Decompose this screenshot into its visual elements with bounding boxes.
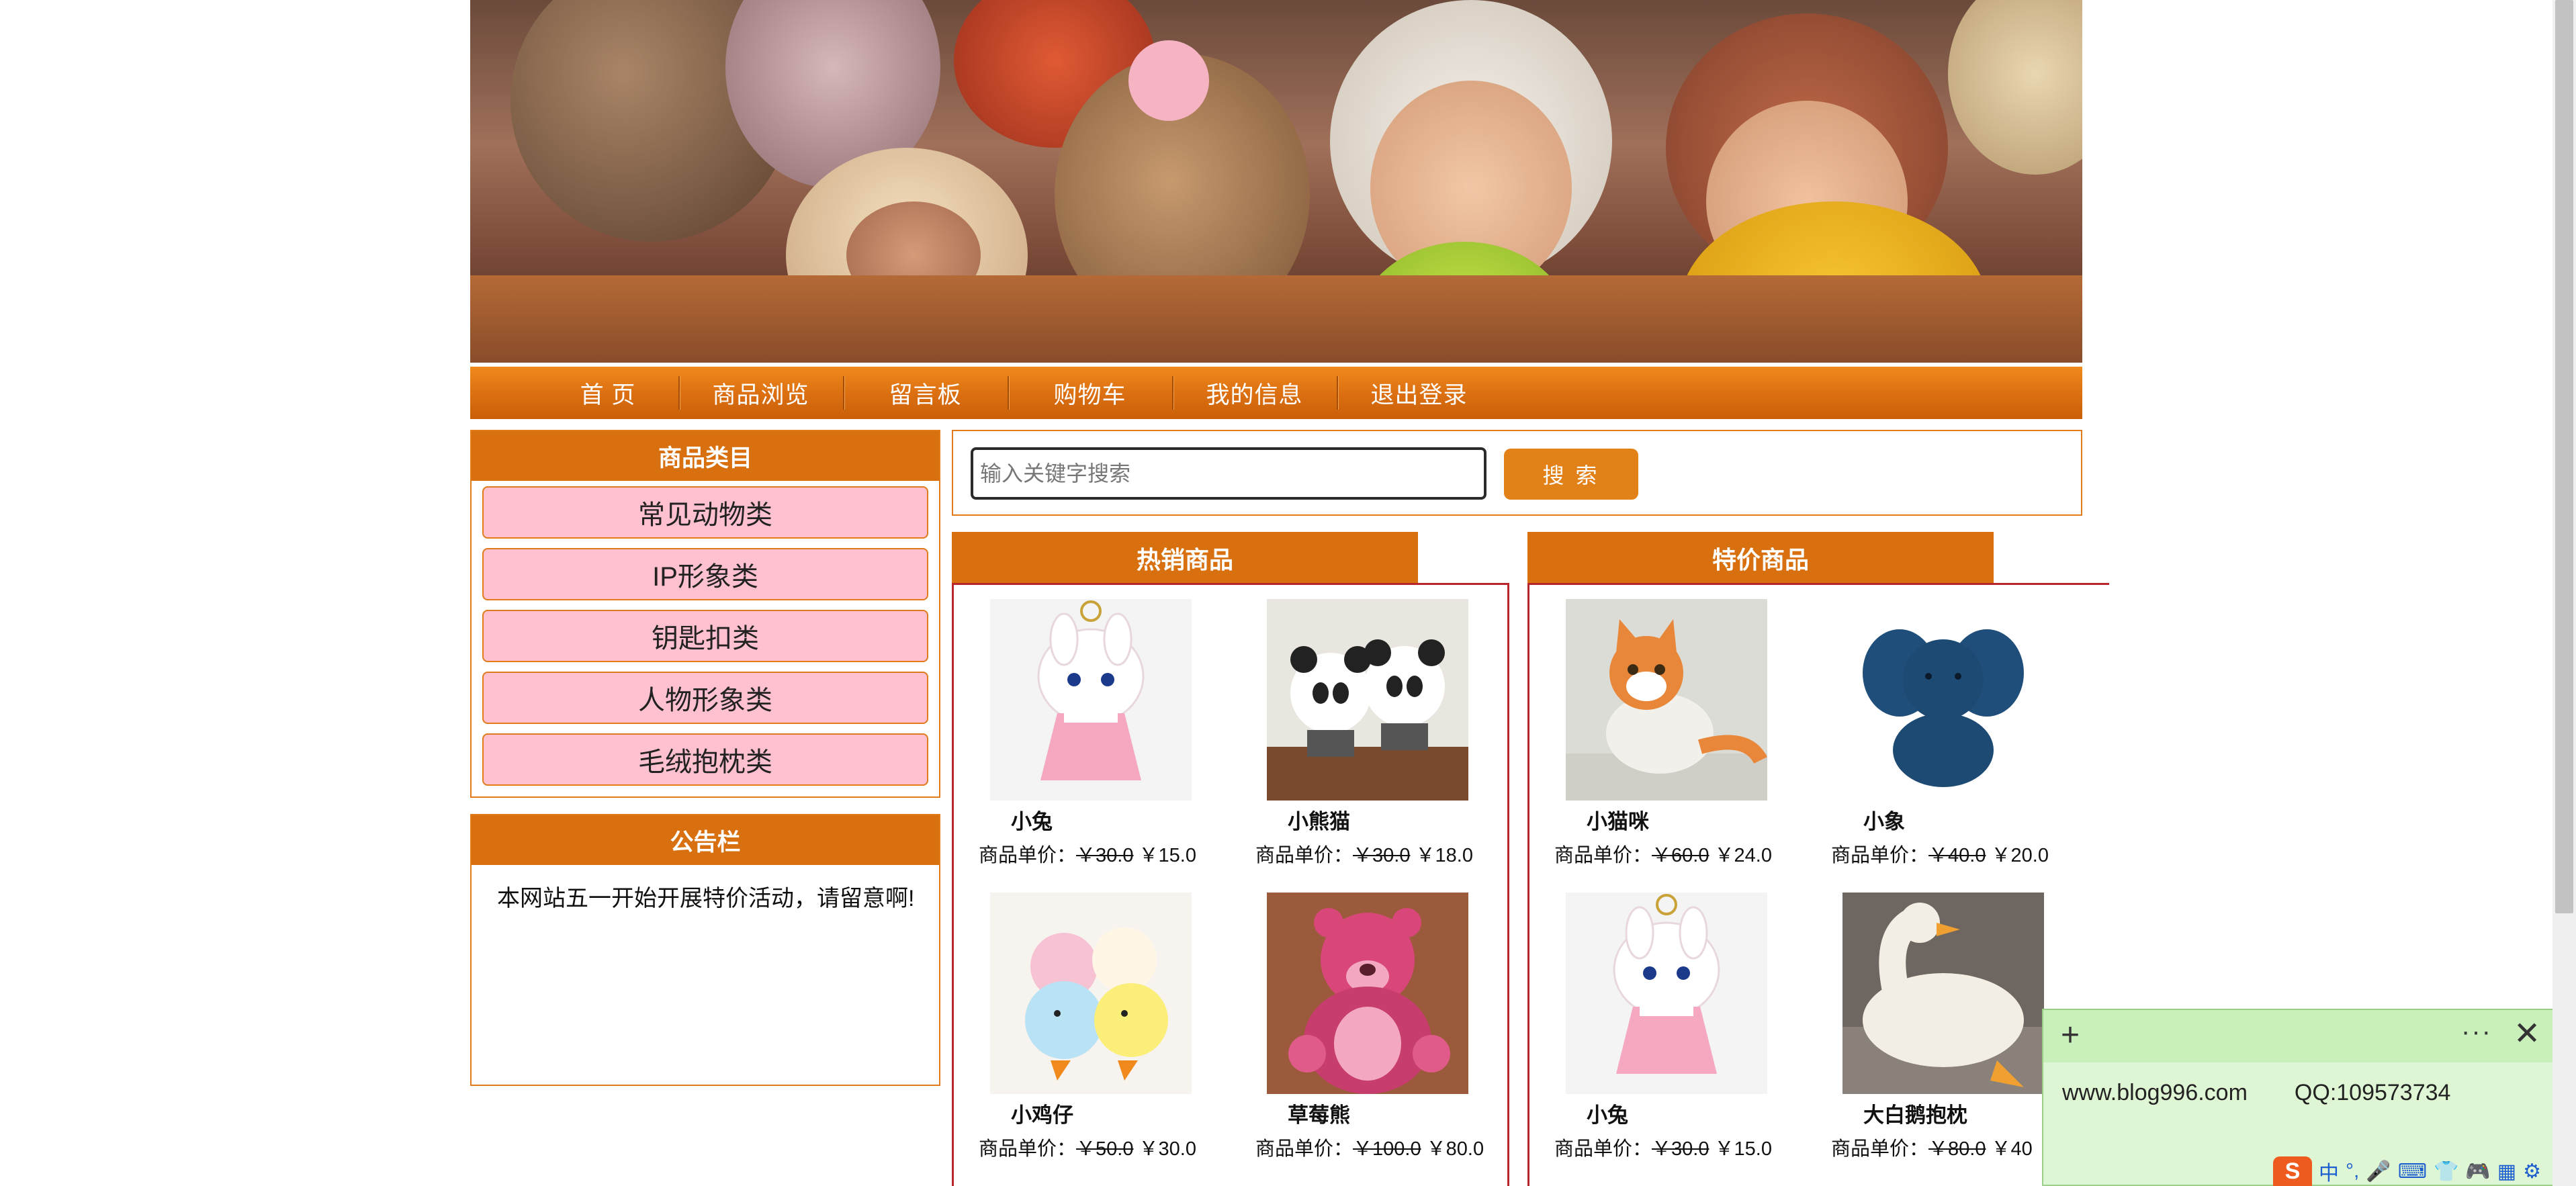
product-image-elephant[interactable] xyxy=(1842,599,2044,801)
category-item-keychains[interactable]: 钥匙扣类 xyxy=(482,610,928,662)
product-card[interactable]: 草莓熊 商品单价：￥100.0 ￥80.0 xyxy=(1229,893,1497,1181)
product-card[interactable]: 小兔 商品单价：￥30.0 ￥15.0 xyxy=(1527,893,1796,1181)
product-new-price: ￥15.0 xyxy=(1714,1138,1772,1160)
page-scrollbar[interactable] xyxy=(2552,0,2576,1186)
category-list: 常见动物类 IP形象类 钥匙扣类 人物形象类 毛绒抱枕类 xyxy=(472,481,939,786)
product-price: 商品单价：￥100.0 ￥80.0 xyxy=(1255,1138,1484,1160)
product-card[interactable]: 小鸡仔 商品单价：￥50.0 ￥30.0 xyxy=(952,893,1220,1181)
scrollbar-thumb[interactable] xyxy=(2555,0,2573,913)
note-qq-text: QQ:109573734 xyxy=(2294,1080,2451,1105)
nav-browse-products[interactable]: 商品浏览 xyxy=(678,367,843,419)
ime-skin-icon[interactable]: 👕 xyxy=(2434,1160,2458,1183)
product-card[interactable]: 小熊猫 商品单价：￥30.0 ￥18.0 xyxy=(1229,599,1497,888)
product-name[interactable]: 小猫咪 xyxy=(1587,805,1649,835)
product-new-price: ￥20.0 xyxy=(1991,845,2049,866)
product-old-price: ￥30.0 xyxy=(1652,1138,1709,1160)
product-name[interactable]: 大白鹅抱枕 xyxy=(1863,1098,1967,1128)
banner-image xyxy=(470,0,2082,363)
category-panel: 商品类目 常见动物类 IP形象类 钥匙扣类 人物形象类 毛绒抱枕类 xyxy=(470,430,940,798)
category-panel-title: 商品类目 xyxy=(472,431,939,481)
product-old-price: ￥30.0 xyxy=(1353,845,1411,866)
search-box: 搜 索 xyxy=(952,430,2082,516)
product-image-rabbit[interactable] xyxy=(1566,893,1767,1094)
nav-home[interactable]: 首 页 xyxy=(537,367,678,419)
product-price: 商品单价：￥80.0 ￥40 xyxy=(1831,1138,2033,1160)
category-item-plush-pillows[interactable]: 毛绒抱枕类 xyxy=(482,733,928,786)
product-old-price: ￥30.0 xyxy=(1076,845,1134,866)
special-products-title: 特价商品 xyxy=(1527,532,1994,584)
product-image-strawberry-bear[interactable] xyxy=(1267,893,1468,1094)
ime-game-icon[interactable]: 🎮 xyxy=(2465,1160,2490,1183)
product-name[interactable]: 小兔 xyxy=(1587,1098,1628,1128)
sticky-note-text[interactable]: www.blog996.com QQ:109573734 xyxy=(2062,1080,2450,1106)
product-new-price: ￥18.0 xyxy=(1415,845,1473,866)
product-old-price: ￥80.0 xyxy=(1928,1138,1986,1160)
sticky-note-toolbar: + ··· ✕ xyxy=(2043,1010,2557,1062)
product-old-price: ￥100.0 xyxy=(1353,1138,1421,1160)
product-card[interactable]: 小猫咪 商品单价：￥60.0 ￥24.0 xyxy=(1527,599,1796,888)
product-new-price: ￥80.0 xyxy=(1426,1138,1484,1160)
product-card[interactable]: 小象 商品单价：￥40.0 ￥20.0 xyxy=(1804,599,2073,888)
product-name[interactable]: 小鸡仔 xyxy=(1011,1098,1073,1128)
notice-text: 本网站五一开始开展特价活动，请留意啊! xyxy=(497,886,915,911)
more-options-icon[interactable]: ··· xyxy=(2461,1017,2492,1047)
product-card[interactable]: 小兔 商品单价：￥30.0 ￥15.0 xyxy=(952,599,1220,888)
page: 首 页 商品浏览 留言板 购物车 我的信息 退出登录 商品类目 常见动物类 IP… xyxy=(470,0,2109,1186)
hot-products-title: 热销商品 xyxy=(952,532,1418,584)
special-products-section: 特价商品 小猫咪 商品单价：￥60.0 ￥24.0 小象 商品单价：￥40.0 … xyxy=(1527,532,2109,1186)
category-item-people-figures[interactable]: 人物形象类 xyxy=(482,672,928,724)
product-image-kitten[interactable] xyxy=(1566,599,1767,801)
product-old-price: ￥60.0 xyxy=(1652,845,1709,866)
search-button[interactable]: 搜 索 xyxy=(1504,449,1638,500)
notice-panel-title: 公告栏 xyxy=(472,815,939,865)
add-note-icon[interactable]: + xyxy=(2061,1019,2080,1052)
ime-punctuation-icon[interactable]: °, xyxy=(2346,1160,2359,1183)
product-price: 商品单价：￥40.0 ￥20.0 xyxy=(1831,845,2049,866)
close-icon[interactable]: ✕ xyxy=(2514,1018,2540,1050)
nav-my-info[interactable]: 我的信息 xyxy=(1172,367,1337,419)
product-price: 商品单价：￥30.0 ￥15.0 xyxy=(979,845,1196,866)
product-image-goose-pillow[interactable] xyxy=(1842,893,2044,1094)
ime-logo-icon[interactable]: S xyxy=(2273,1156,2312,1186)
main-nav: 首 页 商品浏览 留言板 购物车 我的信息 退出登录 xyxy=(470,367,2082,419)
product-card[interactable]: 大白鹅抱枕 商品单价：￥80.0 ￥40 xyxy=(1804,893,2073,1181)
product-price: 商品单价：￥60.0 ￥24.0 xyxy=(1554,845,1772,866)
product-name[interactable]: 小熊猫 xyxy=(1288,805,1350,835)
product-image-rabbit[interactable] xyxy=(990,599,1192,801)
product-new-price: ￥40 xyxy=(1991,1138,2033,1160)
ime-keyboard-icon[interactable]: ⌨ xyxy=(2398,1160,2427,1183)
product-image-chick[interactable] xyxy=(990,893,1192,1094)
product-new-price: ￥30.0 xyxy=(1139,1138,1196,1160)
ime-settings-icon[interactable]: ⚙ xyxy=(2523,1160,2541,1183)
product-image-panda[interactable] xyxy=(1267,599,1468,801)
product-new-price: ￥15.0 xyxy=(1139,845,1196,866)
ime-toolbar: S 中 °, 🎤 ⌨ 👕 🎮 ▦ ⚙ xyxy=(2273,1156,2552,1186)
product-price: 商品单价：￥30.0 ￥15.0 xyxy=(1554,1138,1772,1160)
nav-logout[interactable]: 退出登录 xyxy=(1337,367,1501,419)
ime-microphone-icon[interactable]: 🎤 xyxy=(2366,1160,2391,1183)
notice-panel: 公告栏 本网站五一开始开展特价活动，请留意啊! xyxy=(470,814,940,1086)
nav-message-board[interactable]: 留言板 xyxy=(843,367,1008,419)
product-name[interactable]: 草莓熊 xyxy=(1288,1098,1350,1128)
hot-products-section: 热销商品 小兔 商品单价：￥30.0 ￥15.0 小熊猫 商品单价：￥30.0 … xyxy=(952,532,1509,1186)
note-site-text: www.blog996.com xyxy=(2062,1080,2248,1105)
category-item-common-animals[interactable]: 常见动物类 xyxy=(482,486,928,539)
product-new-price: ￥24.0 xyxy=(1714,845,1772,866)
product-name[interactable]: 小兔 xyxy=(1011,805,1053,835)
category-item-ip-characters[interactable]: IP形象类 xyxy=(482,548,928,600)
search-input[interactable] xyxy=(971,447,1486,500)
ime-grid-icon[interactable]: ▦ xyxy=(2497,1160,2516,1183)
product-price: 商品单价：￥30.0 ￥18.0 xyxy=(1255,845,1473,866)
product-price: 商品单价：￥50.0 ￥30.0 xyxy=(979,1138,1196,1160)
product-old-price: ￥40.0 xyxy=(1928,845,1986,866)
product-old-price: ￥50.0 xyxy=(1076,1138,1134,1160)
ime-chinese-mode[interactable]: 中 xyxy=(2319,1156,2339,1186)
nav-cart[interactable]: 购物车 xyxy=(1008,367,1172,419)
product-name[interactable]: 小象 xyxy=(1863,805,1905,835)
